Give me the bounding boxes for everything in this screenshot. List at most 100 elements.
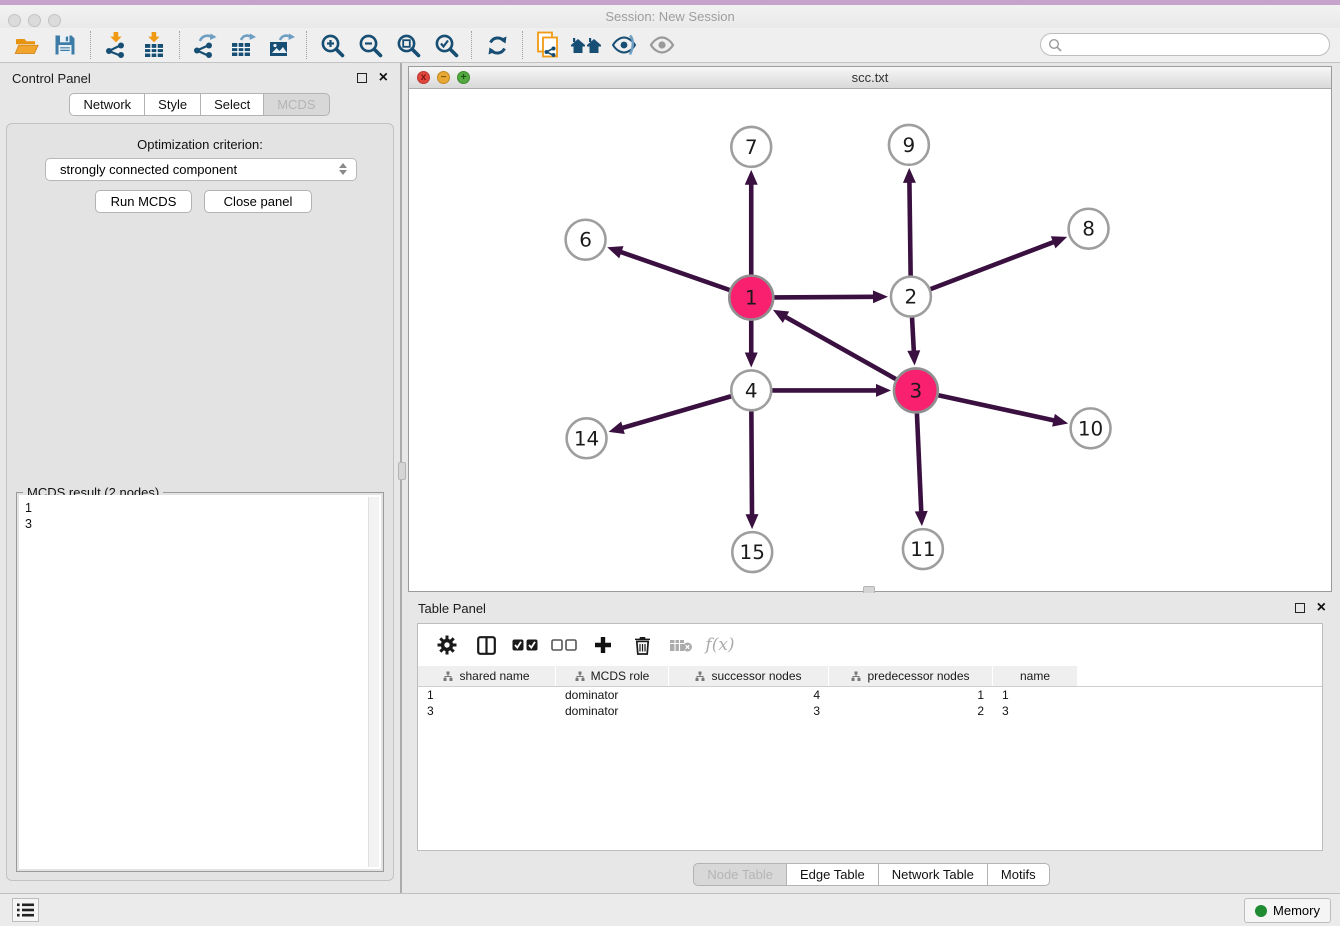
graph-edge-2-9[interactable] <box>909 181 910 276</box>
tab-select[interactable]: Select <box>200 93 264 116</box>
search-input[interactable] <box>1066 38 1329 52</box>
cell-name[interactable]: 3 <box>993 703 1078 719</box>
graph-node-8[interactable]: 8 <box>1069 209 1109 249</box>
close-panel-button[interactable]: Close panel <box>204 190 312 213</box>
close-panel-icon[interactable]: × <box>379 73 388 83</box>
graph-node-14[interactable]: 14 <box>567 418 607 458</box>
float-panel-icon[interactable] <box>357 73 367 83</box>
search-field[interactable] <box>1040 33 1330 56</box>
graph-edge-2-3[interactable] <box>912 318 914 353</box>
graph-edge-3-11[interactable] <box>917 413 921 513</box>
table-row[interactable]: 1 dominator 4 1 1 <box>418 687 1322 703</box>
tab-style[interactable]: Style <box>144 93 201 116</box>
export-table-button[interactable] <box>224 30 262 60</box>
cell-predecessor-nodes[interactable]: 1 <box>829 687 993 703</box>
graph-node-2[interactable]: 2 <box>891 277 931 317</box>
table-settings-button[interactable] <box>432 630 462 660</box>
graph-edge-3-10[interactable] <box>938 395 1055 420</box>
delete-table-button[interactable] <box>666 630 696 660</box>
column-header-successor-nodes[interactable]: successor nodes <box>669 666 829 686</box>
result-scrollbar[interactable] <box>368 497 379 867</box>
graph-node-1[interactable]: 1 <box>729 276 773 320</box>
cell-shared-name[interactable]: 1 <box>418 687 556 703</box>
select-all-button[interactable] <box>510 630 540 660</box>
tab-mcds[interactable]: MCDS <box>263 93 329 116</box>
cell-mcds-role[interactable]: dominator <box>556 687 669 703</box>
graph-node-4[interactable]: 4 <box>731 370 771 410</box>
deselect-all-button[interactable] <box>549 630 579 660</box>
network-canvas[interactable]: 7 9 6 8 1 2 4 3 14 10 15 11 <box>409 89 1331 591</box>
cell-mcds-role[interactable]: dominator <box>556 703 669 719</box>
task-history-button[interactable] <box>12 898 39 922</box>
column-header-predecessor-nodes[interactable]: predecessor nodes <box>829 666 993 686</box>
cell-predecessor-nodes[interactable]: 2 <box>829 703 993 719</box>
window-controls[interactable] <box>8 14 61 27</box>
hide-selected-button[interactable] <box>605 30 643 60</box>
column-header-shared-name[interactable]: shared name <box>418 666 556 686</box>
graph-node-11[interactable]: 11 <box>903 529 943 569</box>
float-table-panel-icon[interactable] <box>1295 603 1305 613</box>
mcds-result-list[interactable]: 1 3 <box>19 495 381 869</box>
open-session-button[interactable] <box>8 30 46 60</box>
memory-button[interactable]: Memory <box>1244 898 1331 923</box>
tab-motifs[interactable]: Motifs <box>987 863 1050 886</box>
graph-edge-4-14[interactable] <box>621 396 731 428</box>
network-graph[interactable]: 7 9 6 8 1 2 4 3 14 10 15 11 <box>409 89 1331 591</box>
run-mcds-button[interactable]: Run MCDS <box>95 190 192 213</box>
close-window-icon[interactable] <box>8 14 21 27</box>
new-network-from-selection-button[interactable] <box>529 30 567 60</box>
graph-edge-4-15[interactable] <box>751 411 752 516</box>
table-row[interactable]: 3 dominator 3 2 3 <box>418 703 1322 719</box>
result-item[interactable]: 3 <box>25 516 375 532</box>
cell-shared-name[interactable]: 3 <box>418 703 556 719</box>
tab-network[interactable]: Network <box>69 93 145 116</box>
graph-node-6[interactable]: 6 <box>566 220 606 260</box>
graph-edge-1-2[interactable] <box>774 297 875 298</box>
graph-node-9[interactable]: 9 <box>889 125 929 165</box>
zoom-selected-button[interactable] <box>427 30 465 60</box>
tab-edge-table[interactable]: Edge Table <box>786 863 879 886</box>
optimization-criterion-select[interactable]: strongly connected component <box>45 158 357 181</box>
cell-successor-nodes[interactable]: 4 <box>669 687 829 703</box>
function-builder-button[interactable]: f(x) <box>705 630 735 660</box>
column-header-mcds-role[interactable]: MCDS role <box>556 666 669 686</box>
tab-node-table[interactable]: Node Table <box>693 863 787 886</box>
save-session-button[interactable] <box>46 30 84 60</box>
delete-rows-button[interactable] <box>627 630 657 660</box>
vertical-split-handle[interactable] <box>398 462 406 480</box>
graph-edge-2-8[interactable] <box>930 242 1055 290</box>
zoom-fit-button[interactable] <box>389 30 427 60</box>
graph-node-3[interactable]: 3 <box>894 368 938 412</box>
maximize-network-icon[interactable]: + <box>457 71 470 84</box>
close-network-icon[interactable]: x <box>417 71 430 84</box>
show-columns-button[interactable] <box>471 630 501 660</box>
first-neighbors-button[interactable] <box>567 30 605 60</box>
refresh-layout-button[interactable] <box>478 30 516 60</box>
graph-edge-3-1[interactable] <box>784 316 896 379</box>
graph-node-15[interactable]: 15 <box>732 532 772 572</box>
graph-edge-1-6[interactable] <box>619 252 729 290</box>
show-all-button[interactable] <box>643 30 681 60</box>
svg-text:2: 2 <box>905 285 918 309</box>
export-image-button[interactable] <box>262 30 300 60</box>
zoom-out-button[interactable] <box>351 30 389 60</box>
export-network-button[interactable] <box>186 30 224 60</box>
graph-node-10[interactable]: 10 <box>1071 408 1111 448</box>
network-window-titlebar[interactable]: x − + scc.txt <box>409 67 1331 89</box>
column-header-name[interactable]: name <box>993 666 1078 686</box>
zoom-in-button[interactable] <box>313 30 351 60</box>
import-table-button[interactable] <box>135 30 173 60</box>
tab-network-table[interactable]: Network Table <box>878 863 988 886</box>
close-table-panel-icon[interactable]: × <box>1317 603 1326 613</box>
cell-name[interactable]: 1 <box>993 687 1078 703</box>
minimize-network-icon[interactable]: − <box>437 71 450 84</box>
graph-node-7[interactable]: 7 <box>731 127 771 167</box>
import-network-button[interactable] <box>97 30 135 60</box>
graph-arrowhead <box>873 290 888 303</box>
network-window-controls[interactable]: x − + <box>417 71 470 84</box>
minimize-window-icon[interactable] <box>28 14 41 27</box>
zoom-window-icon[interactable] <box>48 14 61 27</box>
cell-successor-nodes[interactable]: 3 <box>669 703 829 719</box>
add-row-button[interactable] <box>588 630 618 660</box>
result-item[interactable]: 1 <box>25 500 375 516</box>
